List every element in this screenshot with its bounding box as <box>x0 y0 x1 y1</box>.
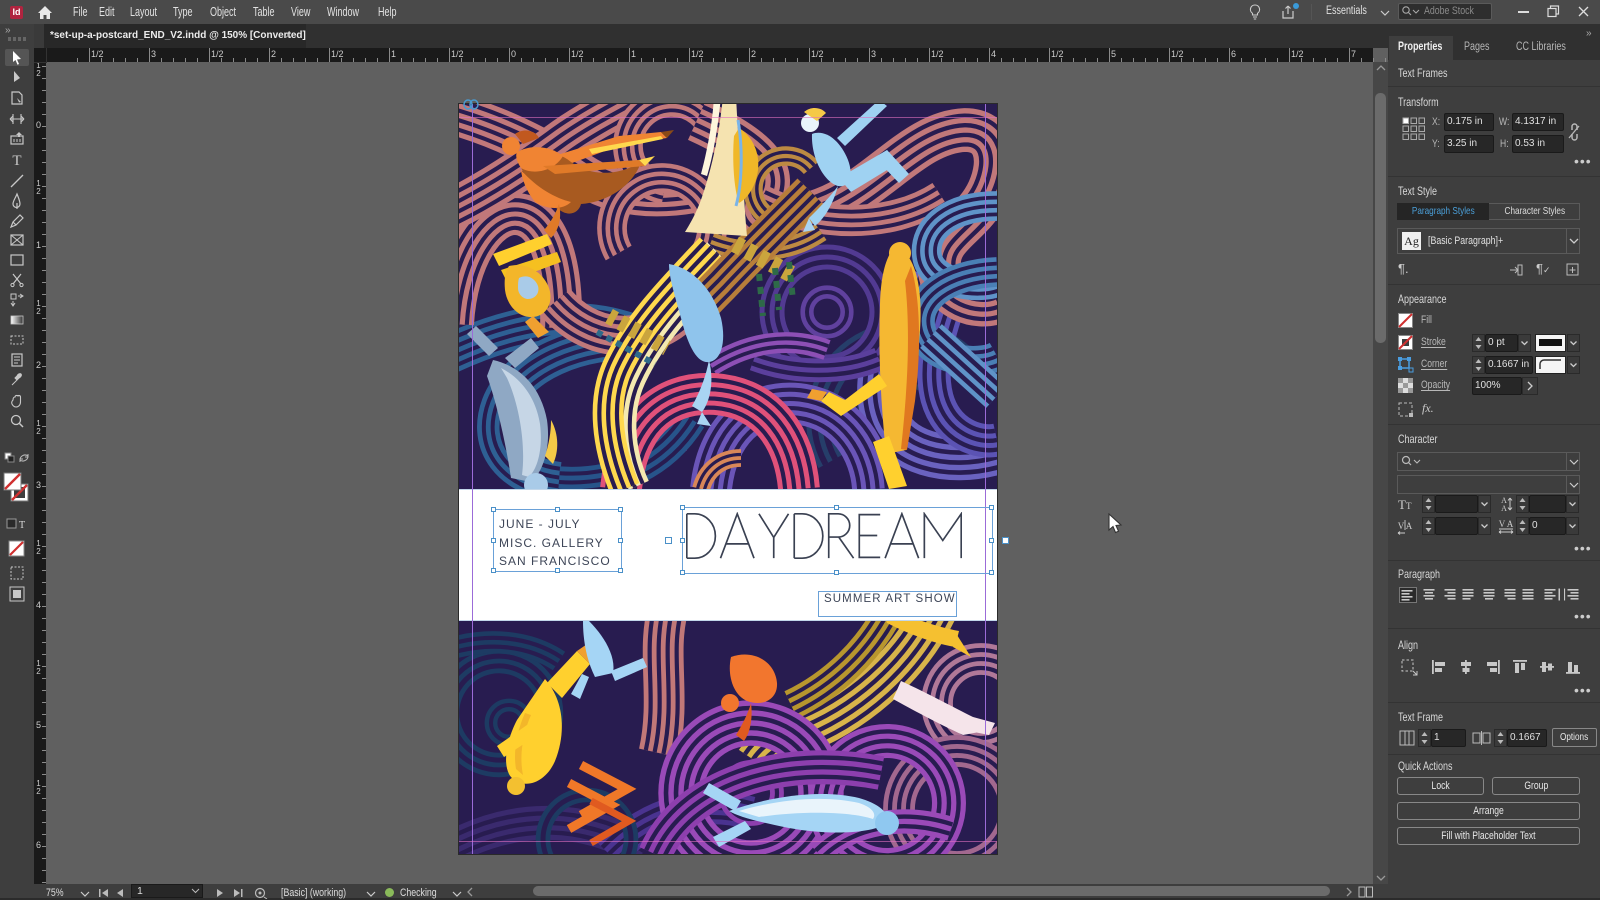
svg-text:T: T <box>12 153 21 169</box>
svg-text:A: A <box>1501 504 1507 513</box>
svg-text:V: V <box>1398 521 1405 531</box>
svg-text:A: A <box>1507 519 1514 529</box>
svg-text:T: T <box>19 520 25 530</box>
svg-text:A: A <box>1406 521 1413 531</box>
svg-text:V: V <box>1499 519 1506 529</box>
